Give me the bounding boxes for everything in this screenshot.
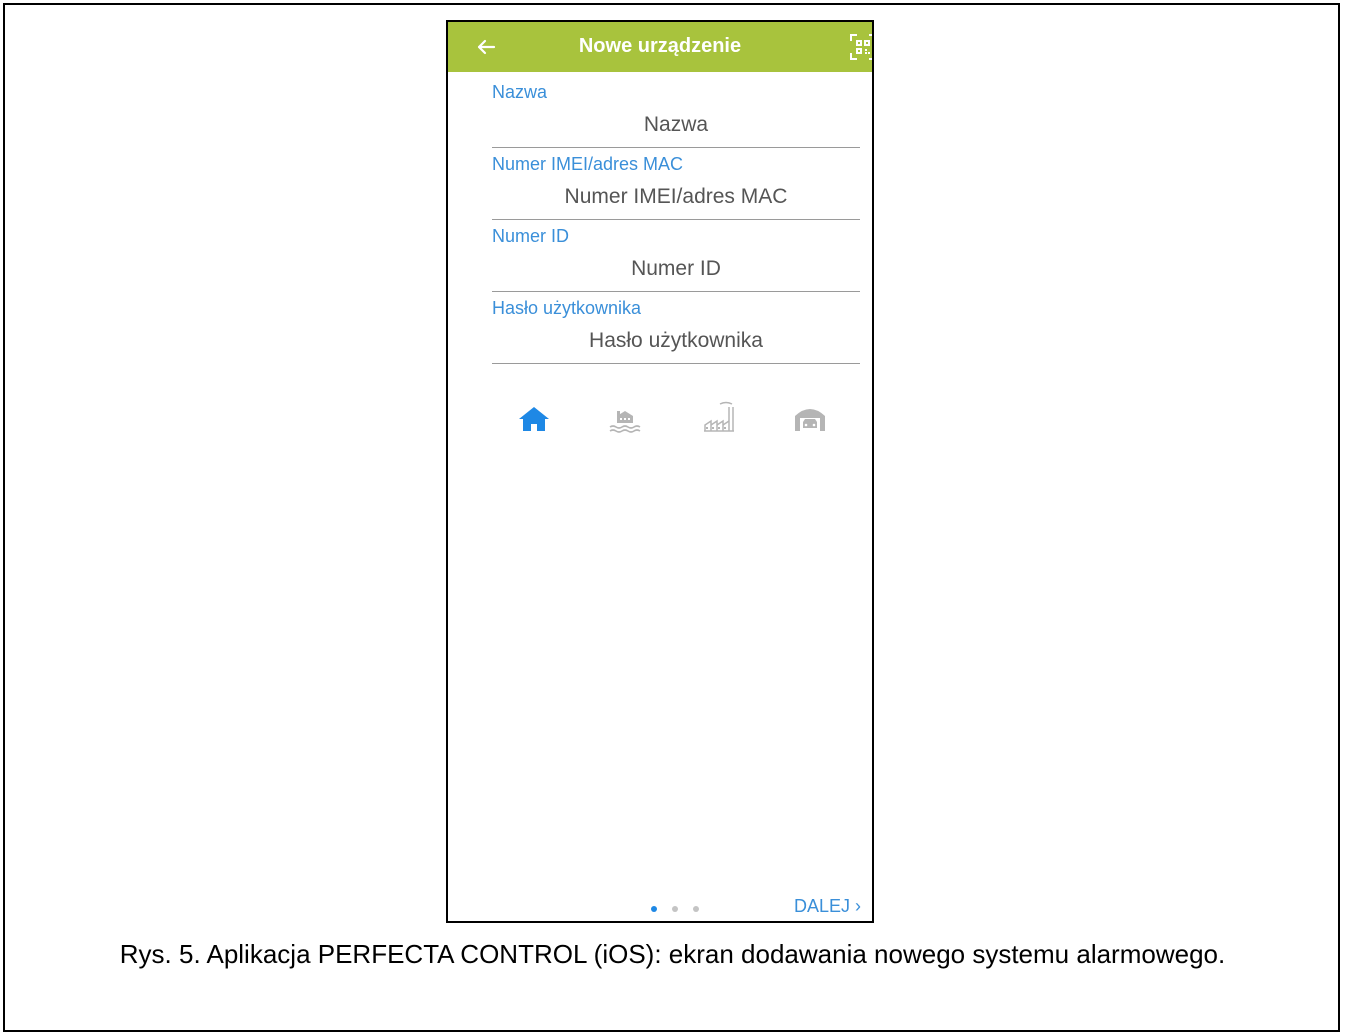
- house-icon[interactable]: [514, 400, 554, 436]
- field-divider: [492, 363, 860, 364]
- page-indicator-dot: [693, 906, 699, 912]
- id-number-input[interactable]: [492, 252, 860, 286]
- field-label: Numer ID: [492, 226, 570, 246]
- phone-screen: Nowe urządzenie Nazwa Numer IMEI/adres M…: [446, 20, 874, 923]
- field-divider: [492, 291, 860, 292]
- page-indicator-dot: [672, 906, 678, 912]
- field-label: Hasło użytkownika: [492, 298, 642, 318]
- imei-mac-input[interactable]: [492, 180, 860, 214]
- field-label: Nazwa: [492, 82, 548, 102]
- field-divider: [492, 219, 860, 220]
- app-header-bar: Nowe urządzenie: [448, 22, 872, 72]
- waterfront-house-icon[interactable]: [606, 400, 646, 436]
- name-input[interactable]: [492, 108, 860, 142]
- next-button[interactable]: DALEJ ›: [794, 896, 861, 917]
- factory-icon[interactable]: [698, 400, 738, 436]
- page-indicator-dot-active: [651, 906, 657, 912]
- field-label: Numer IMEI/adres MAC: [492, 154, 684, 174]
- garage-icon[interactable]: [790, 400, 830, 436]
- figure-caption: Rys. 5. Aplikacja PERFECTA CONTROL (iOS)…: [119, 939, 1226, 969]
- user-password-input[interactable]: [492, 324, 860, 358]
- qr-code-scan-icon[interactable]: [848, 32, 874, 62]
- page-title: Nowe urządzenie: [578, 35, 742, 57]
- field-divider: [492, 147, 860, 148]
